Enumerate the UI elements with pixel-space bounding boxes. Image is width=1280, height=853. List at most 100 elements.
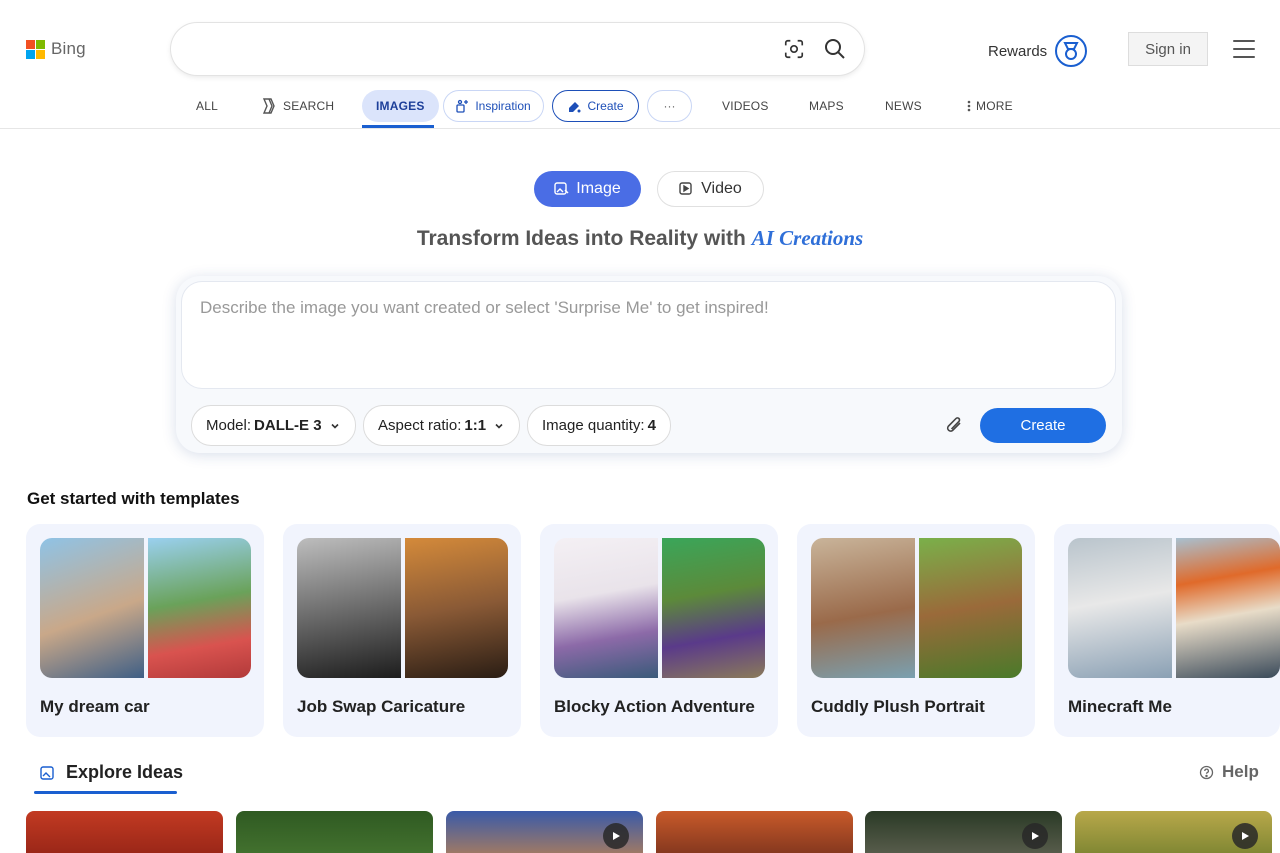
menu-icon[interactable] [1233, 40, 1255, 58]
video-mode-button[interactable]: Video [657, 171, 764, 207]
tab-more[interactable]: MORE [967, 90, 1013, 122]
template-image-after [147, 538, 251, 678]
template-thumbnails [40, 538, 251, 678]
image-icon [40, 765, 54, 780]
help-icon [1199, 765, 1214, 779]
template-image-before [811, 538, 915, 678]
idea-tile[interactable] [26, 811, 223, 853]
attach-icon[interactable] [942, 414, 966, 438]
hero-title-main: Transform Ideas into Reality with [416, 227, 752, 250]
model-value: DALL-E 3 [254, 417, 322, 434]
tab-all[interactable]: ALL [196, 90, 218, 122]
rewards-button[interactable]: Rewards [988, 35, 1088, 67]
active-tab-underline [362, 125, 434, 128]
template-card[interactable]: Blocky Action Adventure [540, 524, 778, 737]
quantity-value: 4 [647, 417, 656, 434]
create-brush-icon [569, 101, 581, 112]
template-card[interactable]: Minecraft Me [1054, 524, 1280, 737]
video-icon [679, 182, 692, 195]
idea-tile[interactable] [656, 811, 853, 853]
template-image-before [297, 538, 401, 678]
template-label: Job Swap Caricature [297, 697, 466, 716]
copilot-icon [262, 98, 275, 114]
template-card[interactable]: My dream car [26, 524, 264, 737]
idea-tile[interactable] [865, 811, 1062, 853]
tab-create-label: Create [587, 99, 624, 113]
template-label: Blocky Action Adventure [554, 697, 755, 716]
inspiration-icon [456, 99, 469, 113]
template-card[interactable]: Cuddly Plush Portrait [797, 524, 1035, 737]
tab-maps-label: MAPS [809, 99, 844, 113]
tab-all-label: ALL [196, 99, 218, 113]
explore-ideas-label: Explore Ideas [66, 762, 184, 782]
model-label: Model: [206, 417, 252, 434]
create-panel: Describe the image you want created or s… [176, 276, 1122, 453]
template-thumbnails [1068, 538, 1280, 678]
tab-images[interactable]: IMAGES [362, 90, 439, 122]
tab-maps[interactable]: MAPS [809, 90, 844, 122]
prompt-input[interactable]: Describe the image you want created or s… [182, 282, 1115, 388]
help-label: Help [1222, 762, 1259, 781]
hero-title: Transform Ideas into Reality with AI Cre… [0, 226, 1280, 251]
template-label: Minecraft Me [1068, 697, 1172, 716]
image-quantity-selector[interactable]: Image quantity: 4 [527, 405, 671, 446]
idea-tile[interactable] [1075, 811, 1272, 853]
template-thumbnails [297, 538, 508, 678]
visual-search-icon[interactable] [783, 38, 805, 60]
model-selector[interactable]: Model: DALL-E 3 [191, 405, 356, 446]
chevron-down-icon [495, 423, 503, 429]
create-button[interactable]: Create [980, 408, 1106, 443]
tab-images-label: IMAGES [376, 99, 425, 113]
aspect-label: Aspect ratio: [378, 417, 462, 434]
rewards-label: Rewards [988, 42, 1048, 60]
quantity-label: Image quantity: [542, 417, 645, 434]
rewards-medal-icon [1055, 35, 1088, 67]
microsoft-logo-icon [26, 39, 45, 59]
tab-search[interactable]: SEARCH [260, 90, 334, 122]
template-image-before [554, 538, 658, 678]
image-mode-button[interactable]: Image [534, 171, 641, 207]
template-card[interactable]: Job Swap Caricature [283, 524, 521, 737]
play-icon [1232, 823, 1258, 849]
image-icon [554, 182, 569, 195]
tab-inspiration-label: Inspiration [475, 99, 531, 113]
template-thumbnails [811, 538, 1022, 678]
search-box[interactable] [171, 23, 864, 75]
template-image-before [40, 538, 144, 678]
template-image-after [1176, 538, 1280, 678]
template-image-after [918, 538, 1022, 678]
template-image-after [404, 538, 508, 678]
tab-news[interactable]: NEWS [885, 90, 922, 122]
logo-text: Bing [51, 39, 86, 58]
tab-search-label: SEARCH [283, 99, 335, 113]
template-label: Cuddly Plush Portrait [811, 697, 985, 716]
aspect-ratio-selector[interactable]: Aspect ratio: 1:1 [363, 405, 521, 446]
tab-create[interactable]: Create [552, 90, 639, 122]
sign-in-button[interactable]: Sign in [1128, 32, 1208, 66]
templates-title: Get started with templates [27, 489, 240, 508]
tab-news-label: NEWS [885, 99, 922, 113]
more-options-button[interactable]: ··· [647, 90, 692, 122]
idea-tile[interactable] [446, 811, 643, 853]
vertical-dots-icon [967, 100, 971, 112]
template-label: My dream car [40, 697, 150, 716]
bing-logo[interactable]: Bing [26, 39, 86, 59]
tab-videos-label: VIDEOS [722, 99, 769, 113]
tab-videos[interactable]: VIDEOS [722, 90, 769, 122]
video-mode-label: Video [701, 180, 742, 197]
image-mode-label: Image [576, 180, 621, 197]
template-image-before [1068, 538, 1172, 678]
idea-tile[interactable] [236, 811, 433, 853]
vertical-nav: ALL SEARCH IMAGES Inspiration Create ···… [0, 90, 1280, 128]
chevron-down-icon [330, 423, 339, 429]
tab-more-label: MORE [976, 99, 1013, 113]
header: Bing Rewards Sign in ALL SEARCH IMAGES I… [0, 0, 1280, 129]
explore-ideas-tab[interactable]: Explore Ideas [40, 762, 183, 783]
aspect-value: 1:1 [464, 417, 487, 434]
template-image-after [661, 538, 765, 678]
search-icon[interactable] [823, 37, 847, 61]
help-button[interactable]: Help [1199, 762, 1259, 782]
tab-inspiration[interactable]: Inspiration [443, 90, 544, 122]
explore-tab-underline [34, 791, 177, 794]
hero-title-accent: AI Creations [751, 226, 864, 250]
